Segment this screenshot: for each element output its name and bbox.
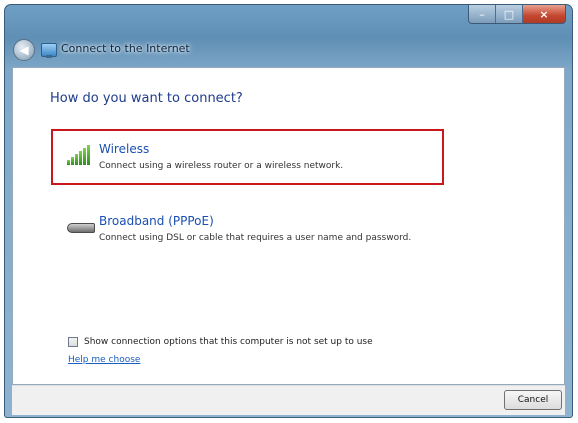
dialog-window: – □ × ◀ Connect to the Internet How do y… — [4, 4, 573, 418]
title-bar: – □ × ◀ Connect to the Internet — [5, 5, 572, 67]
option-broadband[interactable]: Broadband (PPPoE) Connect using DSL or c… — [51, 201, 444, 257]
close-button[interactable]: × — [523, 5, 565, 23]
signal-bars-icon — [67, 145, 97, 167]
show-options-checkbox[interactable] — [68, 337, 78, 347]
option-wireless[interactable]: Wireless Connect using a wireless router… — [51, 129, 444, 185]
cancel-button[interactable]: Cancel — [504, 390, 562, 410]
back-arrow-icon: ◀ — [19, 43, 29, 57]
footer-bar: Cancel — [12, 385, 565, 415]
window-controls: – □ × — [468, 5, 566, 24]
option-title: Wireless — [99, 142, 150, 156]
window-title: Connect to the Internet — [61, 42, 190, 55]
show-options-label[interactable]: Show connection options that this comput… — [84, 337, 373, 347]
modem-icon — [67, 217, 97, 239]
back-button[interactable]: ◀ — [13, 39, 35, 61]
network-icon — [41, 43, 57, 58]
page-heading: How do you want to connect? — [50, 91, 243, 106]
minimize-button[interactable]: – — [469, 5, 496, 23]
option-title: Broadband (PPPoE) — [99, 214, 214, 228]
help-me-choose-link[interactable]: Help me choose — [68, 355, 140, 365]
show-options-row: Show connection options that this comput… — [68, 337, 373, 347]
maximize-button[interactable]: □ — [496, 5, 523, 23]
option-description: Connect using a wireless router or a wir… — [99, 161, 344, 171]
option-description: Connect using DSL or cable that requires… — [99, 233, 412, 243]
content-pane: How do you want to connect? Wireless Con… — [12, 67, 565, 385]
